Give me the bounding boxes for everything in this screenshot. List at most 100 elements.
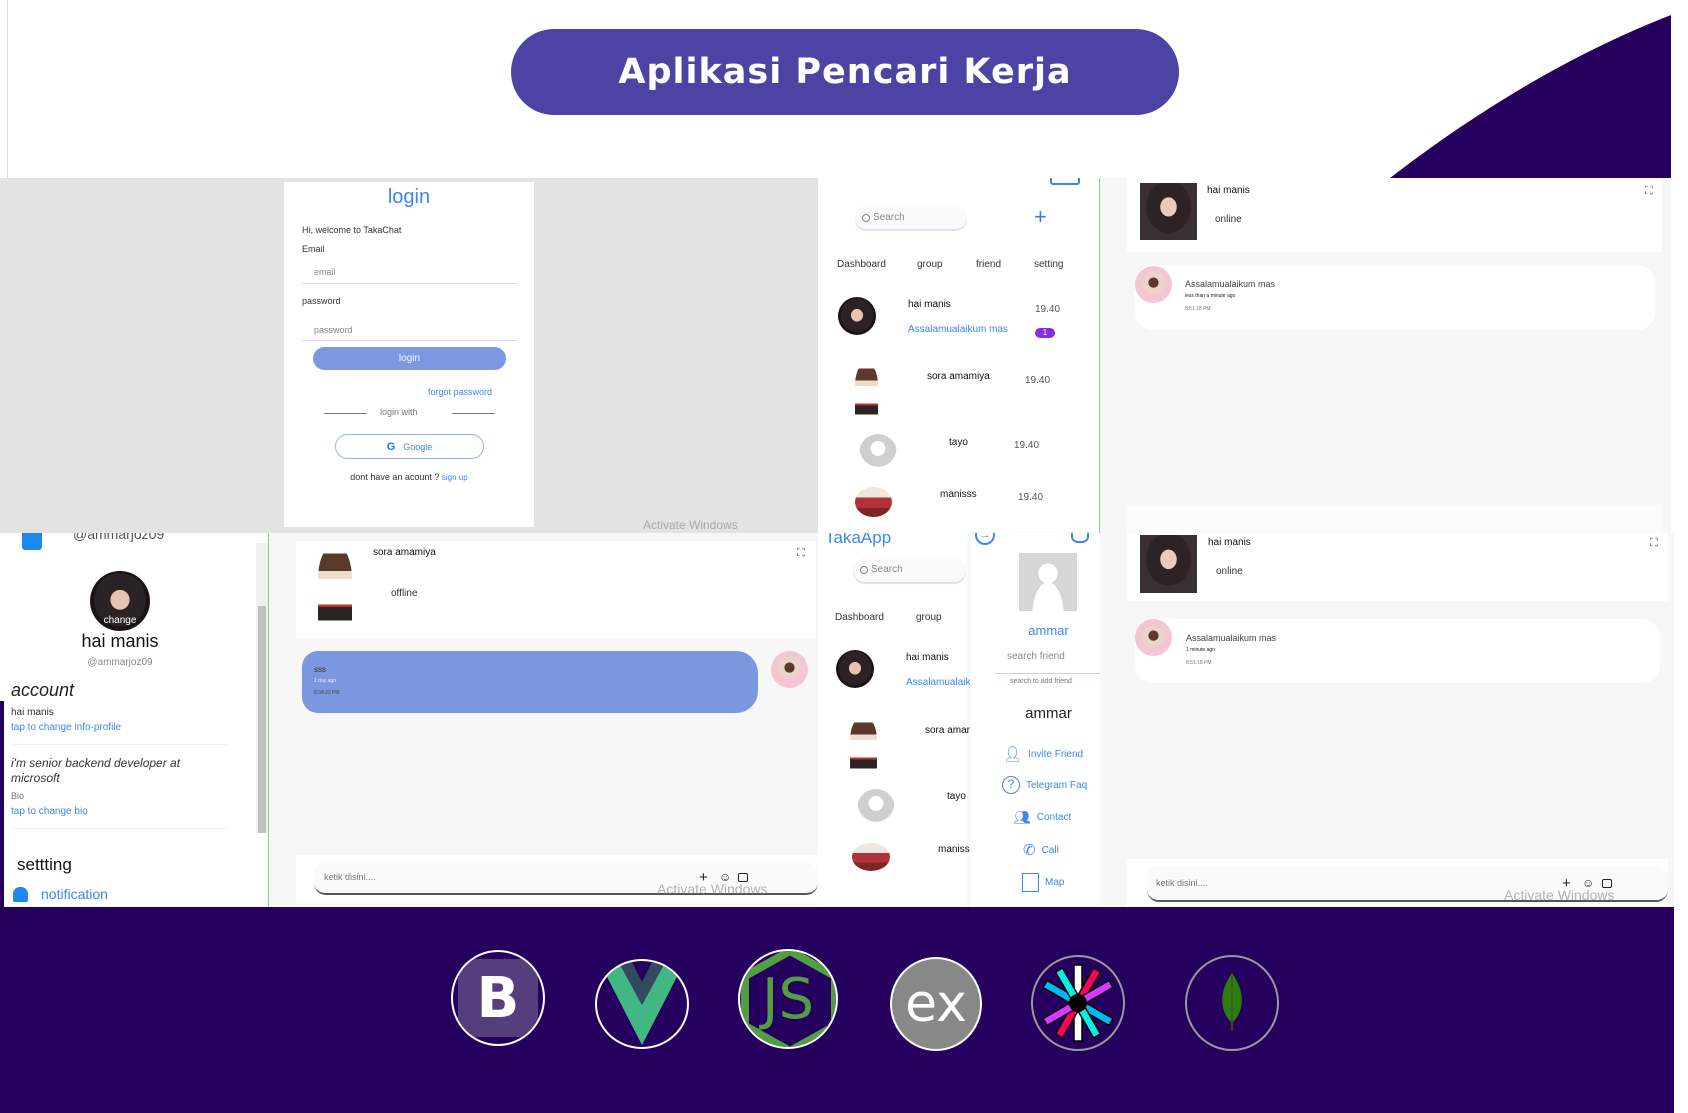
password-placeholder: password — [314, 325, 353, 335]
map-icon — [1022, 873, 1039, 892]
left-edge-line — [7, 0, 8, 178]
tab-friend[interactable]: friend — [976, 260, 1001, 270]
app-panel: TakaApp Search Dashboard group hai manis… — [818, 533, 970, 907]
search-underline — [995, 673, 1100, 674]
divider-left — [324, 413, 367, 414]
divider — [11, 828, 229, 829]
avatar — [857, 789, 895, 827]
message-card: Assalamualaikum mas less than a minute a… — [1135, 265, 1655, 330]
profile-avatar[interactable]: change — [90, 571, 150, 631]
input-placeholder: ketik disini.... — [324, 872, 376, 882]
add-chat-button[interactable]: + — [1034, 206, 1047, 228]
back-icon[interactable] — [22, 533, 42, 550]
password-input[interactable]: password — [302, 318, 517, 341]
menu-call[interactable]: ✆ Call — [1023, 841, 1059, 859]
tab-dashboard[interactable]: Dashboard — [837, 260, 886, 270]
message-text: Assalamualaikum mas — [1186, 633, 1277, 643]
forgot-password-link[interactable]: forgot password — [428, 388, 492, 397]
notification-item[interactable]: notification — [41, 887, 108, 901]
email-input[interactable]: email — [302, 262, 517, 284]
profile-name: hai manis — [81, 631, 159, 651]
drawer-user: ammar — [1028, 623, 1069, 638]
search-placeholder: Search — [873, 212, 905, 223]
menu-invite-friend[interactable]: 👤︎ Invite Friend — [1003, 745, 1083, 763]
chat-time: 19.40 — [1018, 492, 1044, 503]
vue-logo — [595, 959, 689, 1049]
search-input[interactable]: Search — [853, 558, 966, 582]
avatar — [855, 364, 878, 419]
chat-window-bottom: sora amamiya offline ⛶ sss 1 day ago 8:3… — [269, 533, 818, 907]
purple-swoosh — [1390, 15, 1671, 178]
expand-icon[interactable]: ⛶ — [1650, 538, 1661, 549]
menu-telegram-faq[interactable]: ? Telegram Faq — [1002, 776, 1087, 794]
bio-text: i'm senior backend developer at microsof… — [11, 756, 181, 785]
message-ago: 1 day ago — [314, 678, 336, 684]
divider-right — [452, 413, 495, 414]
scrollbar-thumb[interactable] — [258, 606, 266, 833]
bell-icon — [13, 887, 28, 902]
chat-item[interactable]: sora amamiya 19.40 — [818, 360, 1098, 422]
menu-label: Invite Friend — [1028, 748, 1084, 760]
chat-name: hai manis — [908, 299, 951, 310]
activate-windows-watermark: Activate Windows — [657, 881, 768, 897]
message-ago: less than a minute ago — [1185, 293, 1236, 299]
side-drawer: → ammar search friend search to add frie… — [970, 533, 1100, 907]
login-title: login — [387, 186, 431, 208]
tech-band: B JS ex — [0, 907, 1674, 1113]
chat-item[interactable]: tayo 19.40 — [818, 430, 1098, 475]
password-label: password — [302, 296, 341, 306]
scrollbar-track[interactable] — [256, 543, 268, 833]
message-text: Assalamualaikum mas — [1185, 279, 1276, 289]
profile-handle: @ammarjoz09 — [87, 657, 153, 668]
sign-up-link[interactable]: sign up — [442, 473, 468, 482]
contacts-icon: 👥︎ — [1013, 809, 1031, 825]
chat-preview: Assalamualaik — [906, 677, 970, 688]
contact-status: online — [1215, 214, 1242, 225]
tab-dashboard[interactable]: Dashboard — [835, 613, 884, 623]
chat-item[interactable]: hai manis Assalamualaikum mas 19.40 1 — [818, 288, 1098, 348]
sender-avatar — [1135, 266, 1172, 303]
chat-name: tayo — [947, 791, 966, 802]
avatar — [836, 650, 874, 688]
bootstrap-logo: B — [451, 950, 545, 1046]
expand-icon[interactable]: ⛶ — [797, 548, 808, 559]
message-time: 8:34:23 PM — [314, 690, 340, 696]
tab-group[interactable]: group — [916, 613, 942, 623]
search-input[interactable]: Search — [855, 206, 967, 229]
logout-icon[interactable]: → — [975, 533, 995, 545]
login-button[interactable]: login — [313, 347, 506, 370]
change-bio-link[interactable]: tap to change bio — [11, 807, 88, 817]
chat-name: tayo — [949, 437, 968, 448]
nodejs-logo: JS — [738, 949, 838, 1049]
expand-icon[interactable]: ⛶ — [1645, 186, 1656, 197]
chat-name: sora amar — [925, 725, 970, 736]
search-friend-input[interactable]: search friend — [1007, 652, 1065, 662]
menu-map[interactable]: Map — [1022, 873, 1064, 892]
input-placeholder: ketik disini.... — [1156, 878, 1208, 888]
login-card: login Hi, welcome to TakaChat Email emai… — [284, 182, 534, 527]
google-button[interactable]: G Google — [335, 434, 484, 459]
express-logo: ex — [890, 957, 982, 1051]
change-info-link[interactable]: tap to change info-profile — [11, 723, 121, 733]
change-photo-label[interactable]: change — [90, 616, 150, 626]
message-bubble: sss 1 day ago 8:34:23 PM — [302, 651, 758, 713]
sender-avatar — [1135, 619, 1172, 656]
message-card: Assalamualaikum mas 1 minute ago 8:51:18… — [1135, 619, 1660, 683]
gear-icon[interactable] — [1071, 533, 1089, 543]
login-with-text: login with — [380, 407, 418, 417]
avatar — [855, 487, 892, 517]
tab-setting[interactable]: setting — [1034, 260, 1063, 270]
title-pill: Aplikasi Pencari Kerja — [511, 29, 1179, 115]
menu-contact[interactable]: 👥︎ Contact — [1013, 809, 1071, 826]
welcome-text: Hi, welcome to TakaChat — [302, 225, 402, 235]
menu-label: Contact — [1036, 812, 1072, 823]
chat-item[interactable]: manisss 19.40 — [818, 483, 1098, 528]
chat-preview: Assalamualaikum mas — [908, 324, 1009, 335]
profile-handle-cut: @ammarjoz09 — [73, 533, 165, 542]
google-label: Google — [403, 441, 433, 452]
contact-avatar — [318, 547, 352, 627]
tab-group[interactable]: group — [917, 260, 943, 270]
contact-avatar — [1140, 535, 1197, 593]
contact-name: hai manis — [1208, 537, 1251, 548]
contact-name: sora amamiya — [373, 547, 436, 558]
